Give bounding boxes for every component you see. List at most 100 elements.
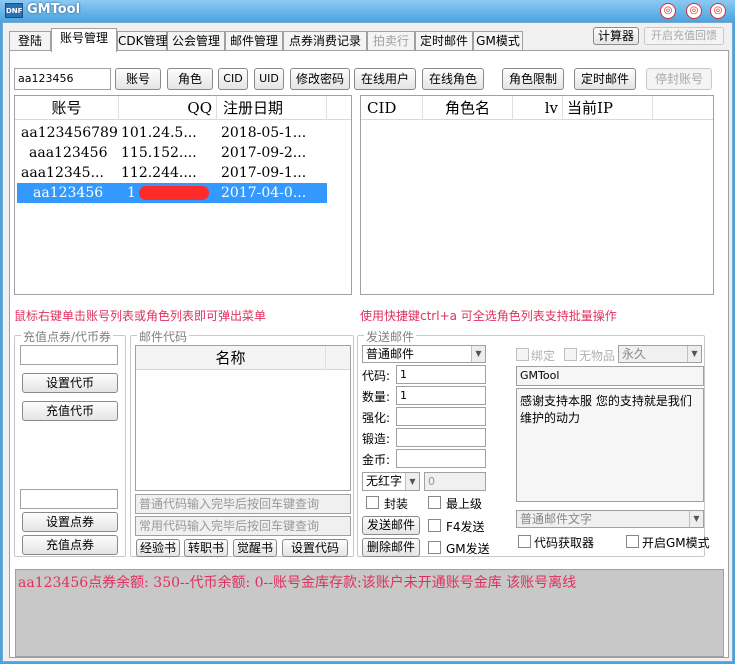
- cid-search-button[interactable]: CID: [218, 68, 248, 90]
- send-mail-button[interactable]: 发送邮件: [362, 516, 420, 535]
- tab-login[interactable]: 登陆: [9, 31, 51, 51]
- close-icon[interactable]: ◎: [710, 3, 726, 19]
- quantity-input[interactable]: 1: [396, 386, 486, 405]
- online-users-button[interactable]: 在线用户: [354, 68, 416, 90]
- tab-points-log[interactable]: 点券消费记录: [283, 31, 367, 51]
- set-code-button[interactable]: 设置代码: [282, 539, 348, 557]
- mail-type-value: 普通邮件: [366, 347, 415, 361]
- no-trade-checkbox[interactable]: [564, 348, 577, 361]
- column-account[interactable]: 账号: [15, 96, 119, 120]
- top-level-label: 最上级: [446, 497, 483, 511]
- currency-amount-input[interactable]: [20, 345, 118, 365]
- column-role-name[interactable]: 角色名: [423, 96, 513, 120]
- online-roles-button[interactable]: 在线角色: [422, 68, 484, 90]
- gm-mode-label: 开启GM模式: [642, 536, 710, 550]
- set-currency-button[interactable]: 设置代币: [22, 373, 118, 393]
- tab-gm-mode[interactable]: GM模式: [473, 31, 523, 51]
- bind-checkbox[interactable]: [516, 348, 529, 361]
- tab-guild[interactable]: 公会管理: [167, 31, 225, 51]
- mail-code-list[interactable]: 名称: [135, 345, 351, 491]
- mail-text-value: 普通邮件文字: [520, 512, 593, 526]
- uid-search-button[interactable]: UID: [254, 68, 284, 90]
- sender-input[interactable]: GMTool: [516, 366, 704, 386]
- role-list-header: CID 角色名 lv 当前IP: [361, 96, 713, 120]
- maximize-icon[interactable]: ◎: [686, 3, 702, 19]
- awaken-book-button[interactable]: 觉醒书: [233, 539, 277, 557]
- status-log-text: aa123456点券余额: 350--代币余额: 0--账号金库存款:该账户未开…: [18, 575, 577, 591]
- enhance-label: 强化:: [362, 411, 391, 425]
- minimize-icon[interactable]: ◎: [660, 3, 676, 19]
- gm-mode-checkbox[interactable]: [626, 535, 639, 548]
- app-window: DNF GMTool ◎ ◎ ◎ 登陆 账号管理 CDK管理 公会管理 邮件管理…: [0, 0, 735, 664]
- charge-currency-button[interactable]: 充值代币: [22, 401, 118, 421]
- table-row[interactable]: aa123456789 101.24.5... 2018-05-1...: [17, 123, 331, 143]
- job-book-button[interactable]: 转职书: [184, 539, 228, 557]
- account-search-button[interactable]: 账号: [115, 68, 161, 90]
- chevron-down-icon[interactable]: ▼: [689, 511, 703, 527]
- common-code-input[interactable]: 常用代码输入完毕后按回车键查询: [135, 516, 351, 536]
- timed-mail-button[interactable]: 定时邮件: [574, 68, 636, 90]
- redaction-mark: [139, 186, 209, 200]
- calculator-button[interactable]: 计算器: [593, 27, 639, 45]
- tab-account-management[interactable]: 账号管理: [51, 28, 117, 52]
- status-log[interactable]: aa123456点券余额: 350--代币余额: 0--账号金库存款:该账户未开…: [15, 569, 724, 657]
- mail-message-textarea[interactable]: 感谢支持本服 您的支持就是我们维护的动力: [516, 388, 704, 502]
- enhance-input[interactable]: [396, 407, 486, 426]
- table-row-selected[interactable]: aa123456 1 2017-04-0...: [17, 183, 327, 203]
- change-password-button[interactable]: 修改密码: [290, 68, 350, 90]
- delete-mail-button[interactable]: 删除邮件: [362, 538, 420, 557]
- ban-account-button[interactable]: 停封账号: [646, 68, 712, 90]
- no-trade-label: 无物品: [579, 349, 616, 363]
- charge-points-button[interactable]: 充值点券: [22, 535, 118, 555]
- code-getter-checkbox[interactable]: [518, 535, 531, 548]
- red-text-select[interactable]: 无红字 ▼: [362, 472, 420, 491]
- f4-send-label: F4发送: [446, 520, 485, 534]
- column-level[interactable]: lv: [513, 96, 563, 120]
- f4-send-checkbox[interactable]: [428, 519, 441, 532]
- column-register-date[interactable]: 注册日期: [217, 96, 327, 120]
- gm-send-checkbox[interactable]: [428, 541, 441, 554]
- tab-auction[interactable]: 拍卖行: [367, 31, 415, 51]
- exp-book-button[interactable]: 经验书: [136, 539, 180, 557]
- top-level-checkbox[interactable]: [428, 496, 441, 509]
- role-list[interactable]: CID 角色名 lv 当前IP: [360, 95, 714, 295]
- table-row[interactable]: aaa12345... 112.244.... 2017-09-1...: [17, 163, 331, 183]
- seal-checkbox[interactable]: [366, 496, 379, 509]
- chevron-down-icon[interactable]: ▼: [687, 346, 701, 362]
- item-code-input[interactable]: 1: [396, 365, 486, 384]
- tab-mail[interactable]: 邮件管理: [225, 31, 283, 51]
- gold-input[interactable]: [396, 449, 486, 468]
- mail-text-select[interactable]: 普通邮件文字 ▼: [516, 510, 704, 528]
- chevron-down-icon[interactable]: ▼: [471, 346, 485, 362]
- column-cid[interactable]: CID: [361, 96, 423, 120]
- role-search-button[interactable]: 角色: [167, 68, 213, 90]
- duration-value: 永久: [622, 347, 647, 361]
- duration-select[interactable]: 永久 ▼: [618, 345, 702, 363]
- mail-type-select[interactable]: 普通邮件 ▼: [362, 345, 486, 363]
- points-amount-input[interactable]: [20, 489, 118, 509]
- forge-input[interactable]: [396, 428, 486, 447]
- cell-qq: 101.24.5...: [121, 125, 197, 141]
- table-row[interactable]: aaa123456 115.152.... 2017-09-2...: [17, 143, 331, 163]
- tab-timed-mail[interactable]: 定时邮件: [415, 31, 473, 51]
- send-mail-group-label: 发送邮件: [364, 328, 417, 345]
- normal-code-input[interactable]: 普通代码输入完毕后按回车键查询: [135, 494, 351, 514]
- account-list-header: 账号 QQ 注册日期: [15, 96, 351, 120]
- set-points-button[interactable]: 设置点券: [22, 512, 118, 532]
- column-current-ip[interactable]: 当前IP: [563, 96, 653, 120]
- cell-date: 2017-04-0...: [221, 185, 307, 201]
- role-limit-button[interactable]: 角色限制: [502, 68, 564, 90]
- column-name[interactable]: 名称: [136, 346, 326, 370]
- title-bar[interactable]: DNF GMTool ◎ ◎ ◎: [0, 0, 735, 22]
- search-input[interactable]: aa123456: [14, 68, 111, 90]
- tab-cdk[interactable]: CDK管理: [117, 31, 168, 51]
- cell-qq: 112.244....: [121, 165, 197, 181]
- account-list[interactable]: 账号 QQ 注册日期 aa123456789 101.24.5... 2018-…: [14, 95, 352, 295]
- recharge-feedback-button[interactable]: 开启充值回馈: [644, 27, 724, 45]
- code-label: 代码:: [362, 369, 391, 383]
- chevron-down-icon[interactable]: ▼: [405, 473, 419, 490]
- column-qq[interactable]: QQ: [119, 96, 217, 120]
- bind-label: 绑定: [531, 349, 556, 363]
- red-value-stepper[interactable]: 0: [424, 472, 486, 491]
- window-title: GMTool: [27, 2, 81, 17]
